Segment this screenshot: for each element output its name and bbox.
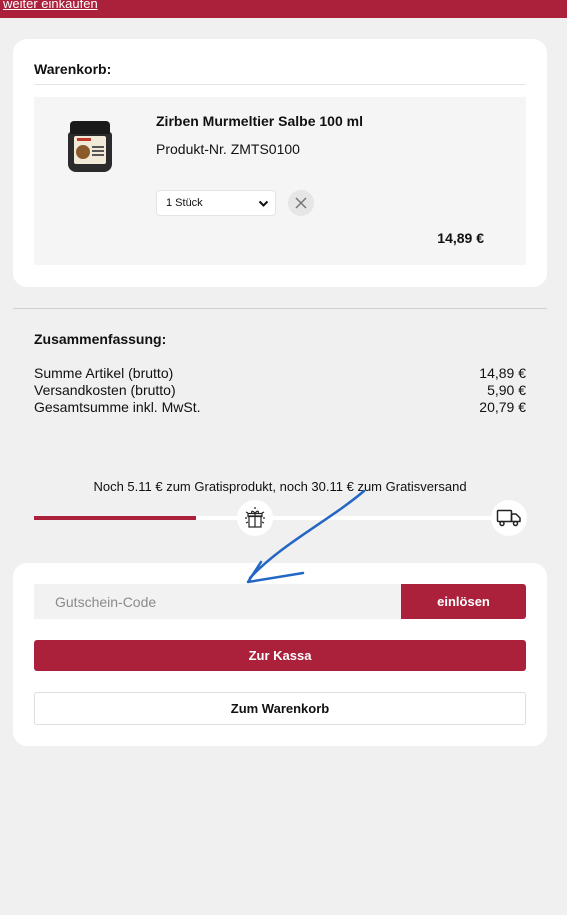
summary-title: Zusammenfassung: <box>34 331 167 347</box>
jar-lid <box>70 121 110 134</box>
summary-label: Versandkosten (brutto) <box>34 382 176 398</box>
truck-icon <box>496 509 521 527</box>
summary-value: 14,89 € <box>479 365 526 381</box>
continue-shopping-link[interactable]: weiter einkaufen <box>3 0 98 11</box>
remove-item-button[interactable] <box>288 190 314 216</box>
jar-body <box>68 132 112 172</box>
redeem-voucher-button[interactable]: einlösen <box>401 584 526 619</box>
summary-value: 5,90 € <box>487 382 526 398</box>
summary-label: Summe Artikel (brutto) <box>34 365 174 381</box>
jar-picture <box>76 145 90 159</box>
gift-milestone <box>237 500 273 536</box>
divider <box>34 84 526 85</box>
checkout-card: einlösen Zur Kassa Zum Warenkorb <box>13 563 547 746</box>
quantity-value: 1 Stück <box>166 197 203 209</box>
cart-title: Warenkorb: <box>34 61 112 77</box>
product-number: Produkt-Nr. ZMTS0100 <box>156 141 300 157</box>
cart-item: Zirben Murmeltier Salbe 100 ml Produkt-N… <box>34 97 526 265</box>
summary-value: 20,79 € <box>479 399 526 415</box>
close-icon <box>295 197 307 209</box>
truck-milestone <box>491 500 527 536</box>
quantity-select[interactable]: 1 Stück <box>156 190 276 216</box>
top-bar: weiter einkaufen <box>0 0 567 18</box>
progress-text: Noch 5.11 € zum Gratisprodukt, noch 30.1… <box>93 479 467 494</box>
item-price: 14,89 € <box>437 230 484 246</box>
jar-text <box>92 146 104 148</box>
cart-card: Warenkorb: Zirben Murmeltier Salbe 100 m… <box>13 39 547 287</box>
jar-label <box>74 136 106 164</box>
gift-icon <box>245 507 265 528</box>
checkout-button[interactable]: Zur Kassa <box>34 640 526 671</box>
product-name[interactable]: Zirben Murmeltier Salbe 100 ml <box>156 113 363 129</box>
section-divider <box>13 308 547 309</box>
voucher-code-input[interactable] <box>34 584 402 619</box>
jar-brand <box>77 138 91 141</box>
chevron-down-icon <box>258 200 269 207</box>
summary-label: Gesamtsumme inkl. MwSt. <box>34 399 201 415</box>
product-image[interactable] <box>68 121 112 177</box>
progress-fill <box>34 516 196 520</box>
go-to-cart-button[interactable]: Zum Warenkorb <box>34 692 526 725</box>
